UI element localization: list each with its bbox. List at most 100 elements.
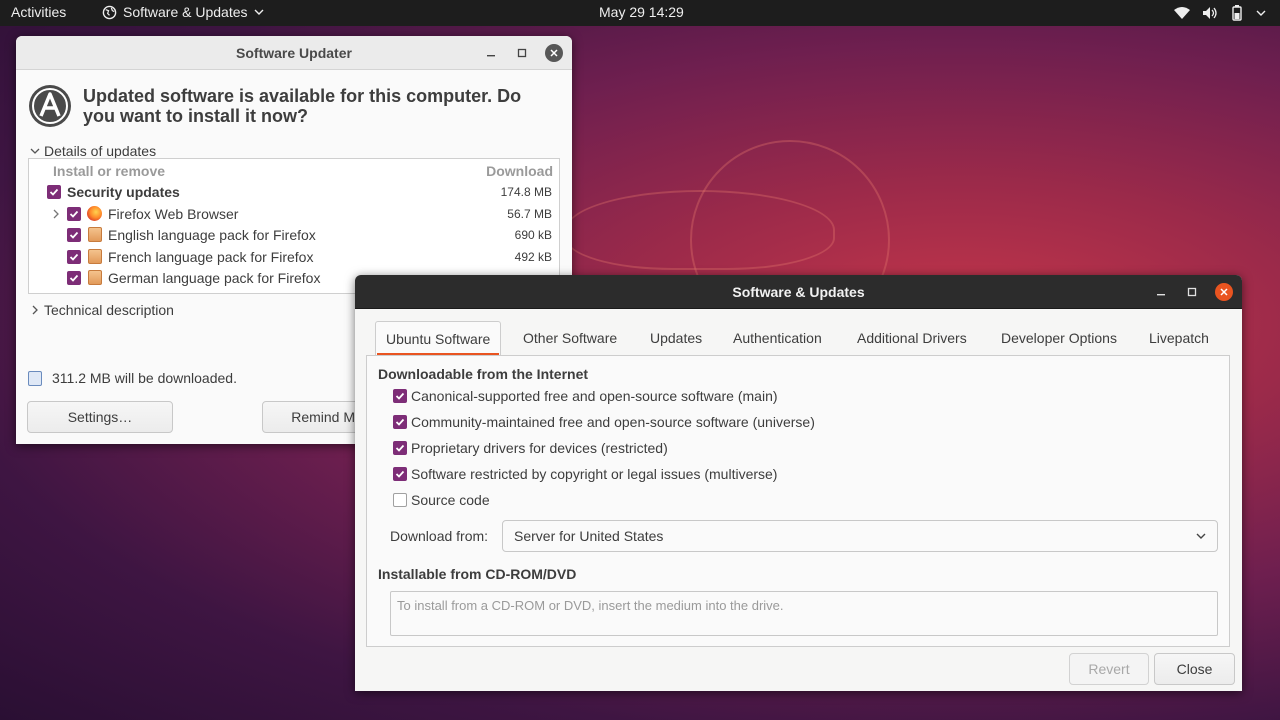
download-summary: 311.2 MB will be downloaded. — [28, 370, 237, 386]
checkbox[interactable] — [67, 228, 81, 242]
column-install[interactable]: Install or remove — [53, 163, 165, 179]
column-download[interactable]: Download — [486, 163, 553, 179]
option-label: Community-maintained free and open-sourc… — [411, 414, 815, 430]
option-label: Canonical-supported free and open-source… — [411, 388, 778, 404]
row-name: Security updates — [67, 184, 180, 200]
check-icon — [69, 253, 79, 261]
download-from-label: Download from: — [390, 528, 489, 544]
row-size: 492 kB — [514, 249, 552, 264]
row-name: English language pack for Firefox — [108, 227, 316, 243]
updates-list[interactable]: Install or remove Download Security upda… — [28, 158, 560, 294]
checkbox[interactable] — [393, 467, 407, 481]
package-icon — [88, 248, 102, 264]
check-icon — [49, 188, 59, 196]
top-bar: Activities Software & Updates May 29 14:… — [0, 0, 1280, 26]
downloadable-section-title: Downloadable from the Internet — [378, 366, 589, 382]
technical-description-label: Technical description — [44, 302, 174, 318]
list-header: Install or remove Download — [29, 159, 559, 181]
settings-notebook: Ubuntu Software Other Software Updates A… — [366, 321, 1230, 647]
revert-button[interactable]: Revert — [1069, 653, 1149, 685]
minimize-icon — [1157, 294, 1165, 296]
software-and-updates-window: Software & Updates Ubuntu Software Other… — [355, 275, 1242, 691]
details-expander[interactable]: Details of updates — [30, 143, 156, 159]
tab-other-software[interactable]: Other Software — [523, 330, 617, 346]
list-item[interactable]: Security updates 174.8 MB — [29, 181, 559, 203]
option-main[interactable]: Canonical-supported free and open-source… — [393, 388, 778, 404]
option-label: Software restricted by copyright or lega… — [411, 466, 778, 482]
globe-icon — [102, 5, 117, 19]
tab-developer-options[interactable]: Developer Options — [1001, 330, 1117, 346]
check-icon — [69, 210, 79, 218]
checkbox[interactable] — [393, 441, 407, 455]
row-size: 56.7 MB — [507, 206, 552, 221]
checkbox[interactable] — [67, 271, 81, 285]
tab-bar: Ubuntu Software Other Software Updates A… — [366, 321, 1230, 355]
minimize-button[interactable] — [482, 44, 500, 62]
settings-button[interactable]: Settings… — [27, 401, 173, 433]
option-label: Source code — [411, 492, 490, 508]
minimize-button[interactable] — [1152, 283, 1170, 301]
updater-heading: Updated software is available for this c… — [83, 86, 522, 126]
checkbox[interactable] — [393, 415, 407, 429]
package-icon — [88, 270, 102, 285]
option-restricted[interactable]: Proprietary drivers for devices (restric… — [393, 440, 668, 456]
software-updater-icon — [29, 85, 71, 127]
chevron-right-icon[interactable] — [51, 208, 61, 220]
close-button[interactable] — [545, 44, 563, 62]
row-name: French language pack for Firefox — [108, 248, 314, 265]
activities-button[interactable]: Activities — [11, 4, 66, 20]
close-icon — [550, 49, 558, 57]
list-item[interactable]: English language pack for Firefox 690 kB — [29, 224, 559, 246]
cdrom-placeholder: To install from a CD-ROM or DVD, insert … — [397, 598, 784, 613]
tab-livepatch[interactable]: Livepatch — [1149, 330, 1209, 346]
system-tray[interactable] — [1174, 5, 1266, 21]
row-name: German language pack for Firefox — [108, 270, 321, 286]
close-dialog-button[interactable]: Close — [1154, 653, 1235, 685]
checkbox[interactable] — [67, 206, 81, 221]
updater-titlebar[interactable]: Software Updater — [16, 36, 572, 70]
checkbox[interactable] — [67, 249, 81, 264]
app-menu-label: Software & Updates — [123, 4, 248, 20]
cdrom-section-title: Installable from CD-ROM/DVD — [378, 566, 577, 582]
tab-additional-drivers[interactable]: Additional Drivers — [857, 330, 967, 346]
checkbox[interactable] — [47, 185, 61, 199]
download-server-dropdown[interactable]: Server for United States — [502, 520, 1218, 552]
checkbox[interactable] — [393, 493, 407, 507]
chevron-down-icon — [1256, 10, 1266, 16]
firefox-icon — [87, 205, 102, 221]
check-icon — [69, 231, 79, 239]
option-source-code[interactable]: Source code — [393, 492, 490, 508]
window-title: Software & Updates — [732, 284, 865, 300]
cdrom-list[interactable]: To install from a CD-ROM or DVD, insert … — [390, 591, 1218, 636]
close-icon — [1220, 288, 1228, 296]
app-menu[interactable]: Software & Updates — [102, 4, 264, 20]
sw-titlebar[interactable]: Software & Updates — [355, 275, 1242, 309]
chevron-down-icon — [254, 9, 264, 15]
list-item[interactable]: French language pack for Firefox 492 kB — [29, 246, 559, 268]
tab-authentication[interactable]: Authentication — [733, 330, 822, 346]
chevron-down-icon — [30, 148, 40, 154]
technical-description-expander[interactable]: Technical description — [30, 302, 174, 318]
row-size: 690 kB — [514, 228, 552, 242]
clock[interactable]: May 29 14:29 — [599, 4, 684, 20]
check-icon — [395, 418, 405, 426]
list-item[interactable]: Firefox Web Browser 56.7 MB — [29, 203, 559, 225]
tab-updates[interactable]: Updates — [650, 330, 702, 346]
option-label: Proprietary drivers for devices (restric… — [411, 440, 668, 456]
volume-icon — [1203, 7, 1217, 19]
wallpaper-decoration — [565, 190, 835, 270]
dropdown-value: Server for United States — [514, 528, 664, 544]
ubuntu-software-page: Downloadable from the Internet Canonical… — [366, 355, 1230, 647]
close-button[interactable] — [1215, 283, 1233, 301]
row-name: Firefox Web Browser — [108, 205, 239, 222]
maximize-icon — [517, 48, 527, 58]
option-multiverse[interactable]: Software restricted by copyright or lega… — [393, 466, 777, 482]
checkbox[interactable] — [393, 389, 407, 403]
tab-ubuntu-software[interactable]: Ubuntu Software — [375, 321, 502, 355]
option-universe[interactable]: Community-maintained free and open-sourc… — [393, 414, 815, 430]
check-icon — [395, 392, 405, 400]
download-icon — [28, 370, 42, 386]
maximize-button[interactable] — [513, 44, 531, 62]
maximize-button[interactable] — [1183, 283, 1201, 301]
wifi-icon — [1174, 7, 1190, 19]
